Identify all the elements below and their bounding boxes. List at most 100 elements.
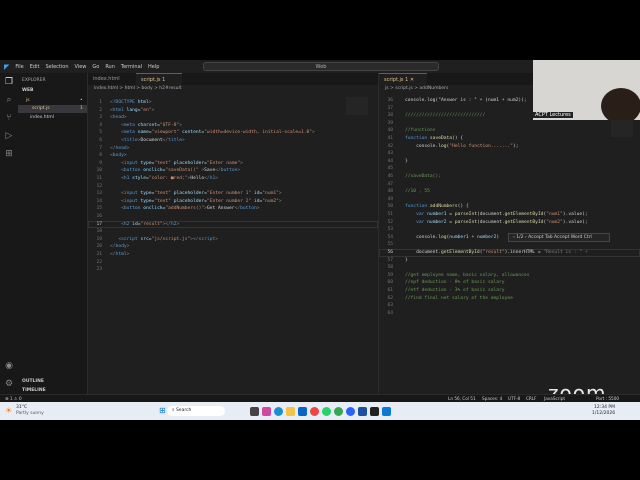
whatsapp-icon[interactable] [322, 407, 331, 416]
code-line[interactable]: } [405, 158, 408, 166]
code-line[interactable]: <input type="text" placeholder="Enter nu… [110, 190, 282, 198]
account-icon[interactable]: ◉ [4, 361, 14, 371]
code-line[interactable]: var number2 = parseInt(document.getEleme… [405, 219, 588, 227]
explorer-icon[interactable]: ❐ [4, 77, 14, 87]
code-token: body [112, 153, 124, 159]
code-line[interactable]: <h1 style="color: ■red;">Hello</h1> [110, 175, 218, 183]
code-line[interactable]: //10 , 55 [405, 188, 430, 196]
extensions-icon[interactable]: ⊞ [4, 149, 14, 159]
code-token: "Hello function......." [449, 143, 513, 149]
outlook-icon[interactable] [298, 407, 307, 416]
code-line[interactable]: <meta charset="UTF-8"> [110, 122, 182, 130]
code-line[interactable]: <head> [110, 114, 127, 122]
vscode-taskbar-icon[interactable] [382, 407, 391, 416]
encoding[interactable]: UTF-8 [508, 396, 520, 401]
edge-icon[interactable] [274, 407, 283, 416]
code-line[interactable]: //saveData(); [405, 173, 441, 181]
zoom-app-icon[interactable] [346, 407, 355, 416]
mail-icon[interactable] [358, 407, 367, 416]
editor-index-html[interactable]: index.html script.js 1 index.html > html… [88, 73, 378, 394]
code-line[interactable]: </head> [110, 145, 129, 153]
menu-help[interactable]: Help [148, 64, 159, 70]
cursor-position[interactable]: Ln 56, Col 51 [448, 396, 476, 401]
code-line[interactable]: <script src="js/script.js"></script> [110, 236, 218, 244]
timeline-section[interactable]: TIMELINE [22, 388, 46, 393]
tab-script-js[interactable]: script.js 1 [136, 73, 182, 85]
menu-edit[interactable]: Edit [30, 64, 40, 70]
code-line[interactable]: } [405, 257, 408, 265]
code-line[interactable]: function saveData() { [405, 135, 463, 143]
search-icon[interactable]: ⌕ [4, 95, 14, 105]
code-line[interactable]: console.log(number1 + number2) [405, 234, 499, 242]
chrome-icon[interactable] [310, 407, 319, 416]
code-line[interactable]: console.log("Hello function......."); [405, 143, 518, 151]
code-token: //epf deduction - 8% of basic salary [405, 280, 505, 286]
tab-index-html[interactable]: index.html [88, 73, 136, 85]
code-line[interactable]: ///////////////////////////// [405, 112, 485, 120]
code-line[interactable]: console.log("Answer is : " + (num1 + num… [405, 97, 527, 105]
code-line[interactable]: var number1 = parseInt(document.getEleme… [405, 211, 588, 219]
code-line[interactable]: <input type="text" placeholder="Enter na… [110, 160, 243, 168]
code-token: () { [452, 136, 464, 141]
code-line[interactable]: //find final net salary of the employee [405, 295, 513, 303]
code-line[interactable]: <button onclick="addNumbers()">Get Answe… [110, 205, 259, 213]
code-line[interactable]: <body> [110, 152, 127, 160]
menu-terminal[interactable]: Terminal [121, 64, 142, 70]
code-line[interactable]: <meta name="viewport" content="width=dev… [110, 129, 315, 137]
code-line[interactable]: //etf deduction - 3% of basic salary [405, 287, 505, 295]
code-line[interactable]: //functions [405, 127, 435, 135]
settings-gear-icon[interactable]: ⚙ [4, 379, 14, 389]
run-debug-icon[interactable]: ▷ [4, 131, 14, 141]
menu-run[interactable]: Run [105, 64, 115, 70]
task-view-icon[interactable] [250, 407, 259, 416]
menu-go[interactable]: Go [92, 64, 99, 70]
eol[interactable]: CRLF [526, 396, 537, 401]
language-mode[interactable]: JavaScript [544, 396, 565, 401]
code-line[interactable]: </body> [110, 243, 129, 251]
outline-section[interactable]: OUTLINE [22, 379, 44, 384]
folder-web[interactable]: WEB [22, 88, 33, 93]
start-icon[interactable]: ⊞ [159, 407, 166, 415]
clock-time[interactable]: 12:34 PM [594, 405, 615, 410]
accept-button[interactable]: Accept [528, 235, 543, 240]
code-token: src [140, 236, 149, 242]
code-line[interactable]: document.getElementById("result").innerH… [405, 249, 588, 257]
weather-temp[interactable]: 31°C [16, 405, 27, 410]
code-token: > [176, 221, 180, 227]
code-token: html [115, 252, 127, 257]
file-script-js[interactable]: script.js [32, 106, 50, 111]
menu-view[interactable]: View [75, 64, 87, 70]
accept-word-button[interactable]: Accept Word [554, 235, 582, 240]
copilot-icon[interactable] [262, 407, 271, 416]
line-number: 18 [96, 229, 102, 235]
command-center-search[interactable]: Web [203, 62, 439, 71]
code-token: onclick [143, 206, 163, 212]
file-index-html[interactable]: index.html [30, 115, 54, 120]
code-line[interactable]: <input type="text" placeholder="Enter nu… [110, 198, 282, 206]
code-line[interactable]: <title>Document</title> [110, 137, 185, 145]
code-line[interactable]: //epf deduction - 8% of basic salary [405, 279, 505, 287]
code-line[interactable]: <h2 id="result"></h2> [110, 221, 179, 229]
code-line[interactable]: <html lang="en"> [110, 107, 154, 115]
tab-script-js[interactable]: script.js 1 ✕ [379, 73, 427, 85]
menu-file[interactable]: File [15, 64, 23, 70]
taskbar-search[interactable]: ⌕ Search [167, 406, 225, 416]
clock-date[interactable]: 1/12/2026 [592, 411, 615, 416]
terminal-icon[interactable] [370, 407, 379, 416]
code-line[interactable]: function addNumbers() { [405, 203, 469, 211]
code-line[interactable]: <button onclick="saveData()" >Save</butt… [110, 167, 240, 175]
file-explorer-icon[interactable] [286, 407, 295, 416]
problems-indicator[interactable]: ⊗ 1 ⚠ 0 [5, 396, 22, 401]
code-line[interactable]: //get employee name, basic salary, allow… [405, 272, 529, 280]
code-line[interactable]: <!DOCTYPE html> [110, 99, 152, 107]
folder-js[interactable]: js [26, 98, 30, 103]
code-line[interactable]: </html> [110, 251, 129, 259]
menu-selection[interactable]: Selection [45, 64, 68, 70]
live-server-port[interactable]: Port : 5500 [596, 396, 619, 401]
source-control-icon[interactable]: ⑂ [4, 113, 14, 123]
indentation[interactable]: Spaces: 4 [482, 396, 502, 401]
minimap[interactable] [346, 97, 368, 115]
chrome-profile-icon[interactable] [334, 407, 343, 416]
code-token: meta [123, 130, 138, 136]
